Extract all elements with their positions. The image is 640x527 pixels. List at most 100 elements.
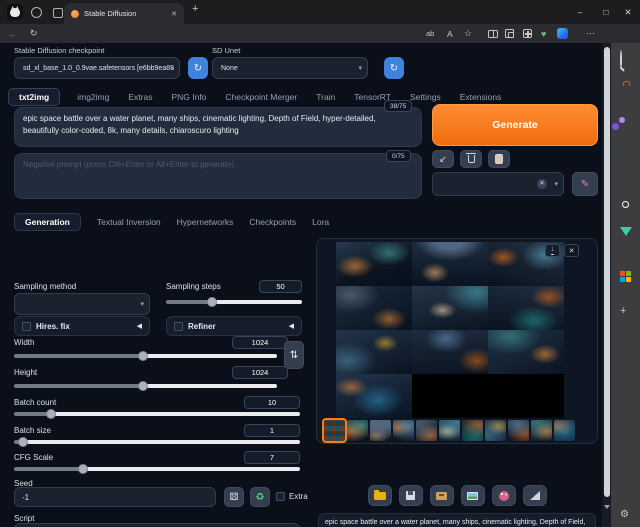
back-icon[interactable]: ← bbox=[8, 27, 17, 40]
generated-image[interactable] bbox=[412, 286, 488, 330]
sidebar-search-icon[interactable] bbox=[620, 51, 622, 69]
send-to-extras-button[interactable] bbox=[523, 485, 547, 506]
reuse-seed-button[interactable]: ♻ bbox=[250, 487, 270, 507]
refresh-unet-button[interactable]: ↻ bbox=[384, 57, 404, 79]
seed-input[interactable] bbox=[14, 487, 216, 507]
extensions-icon[interactable] bbox=[523, 27, 532, 40]
clear-styles-icon[interactable]: ✕ bbox=[537, 179, 547, 189]
generated-image[interactable] bbox=[336, 330, 412, 374]
tab-img2img[interactable]: img2img bbox=[75, 89, 111, 105]
gallery-thumbnail[interactable] bbox=[393, 420, 414, 441]
gallery-thumbnail[interactable] bbox=[531, 420, 552, 441]
tab-textual-inversion[interactable]: Textual Inversion bbox=[97, 217, 161, 227]
batch-size-value[interactable]: 1 bbox=[244, 424, 300, 437]
workspaces-icon[interactable] bbox=[31, 7, 42, 18]
reload-icon[interactable]: ↻ bbox=[30, 27, 38, 40]
sidebar-add-icon[interactable]: + bbox=[620, 305, 626, 317]
sd-unet-dropdown[interactable]: None ▾ bbox=[212, 57, 368, 79]
random-seed-button[interactable]: ⚄ bbox=[224, 487, 244, 507]
send-to-inpaint-button[interactable] bbox=[492, 485, 516, 506]
window-maximize-button[interactable]: □ bbox=[594, 0, 618, 24]
width-value[interactable]: 1024 bbox=[232, 336, 288, 349]
tab-lora[interactable]: Lora bbox=[312, 217, 329, 227]
width-slider[interactable] bbox=[14, 354, 277, 358]
generate-button[interactable]: Generate bbox=[432, 104, 598, 146]
tab-close-icon[interactable]: ✕ bbox=[171, 10, 177, 18]
prompt-input[interactable]: epic space battle over a water planet, m… bbox=[14, 107, 422, 147]
tab-settings[interactable]: Settings bbox=[408, 89, 443, 105]
tab-train[interactable]: Train bbox=[314, 89, 337, 105]
sidebar-microsoft-icon[interactable] bbox=[620, 271, 631, 282]
window-minimize-button[interactable]: – bbox=[568, 0, 592, 24]
swap-dimensions-button[interactable]: ⇅ bbox=[284, 341, 304, 369]
split-screen-icon[interactable] bbox=[488, 27, 498, 40]
refiner-accordion[interactable]: Refiner ◀ bbox=[166, 316, 302, 336]
gallery-thumbnail[interactable] bbox=[508, 420, 529, 441]
checkpoint-dropdown[interactable]: sd_xl_base_1.0_0.9vae.safetensors [e6bb9… bbox=[14, 57, 180, 79]
hires-fix-accordion[interactable]: Hires. fix ◀ bbox=[14, 316, 150, 336]
slider-thumb[interactable] bbox=[138, 351, 148, 361]
collections-icon[interactable] bbox=[505, 27, 514, 40]
favorites-icon[interactable]: ☆ bbox=[464, 27, 472, 40]
browser-essentials-icon[interactable]: ♥ bbox=[541, 27, 546, 40]
gallery-thumbnail[interactable] bbox=[439, 420, 460, 441]
generated-grid-image[interactable] bbox=[336, 242, 564, 418]
generated-image[interactable] bbox=[412, 242, 488, 286]
sidebar-settings-icon[interactable]: ⚙ bbox=[620, 509, 629, 520]
styles-dropdown[interactable]: ✕ ▾ bbox=[432, 172, 564, 196]
gallery-thumbnail[interactable] bbox=[416, 420, 437, 441]
tab-txt2img[interactable]: txt2img bbox=[8, 88, 60, 106]
tab-extensions[interactable]: Extensions bbox=[458, 89, 504, 105]
gallery-thumbnail[interactable] bbox=[347, 420, 368, 441]
save-button[interactable] bbox=[399, 485, 423, 506]
gallery-thumbnail-selected[interactable] bbox=[324, 420, 345, 441]
script-dropdown[interactable]: None ▾ bbox=[14, 523, 300, 527]
sampling-steps-value[interactable]: 50 bbox=[259, 280, 302, 293]
read-aloud-icon[interactable]: A bbox=[447, 27, 453, 40]
slider-thumb[interactable] bbox=[78, 464, 88, 474]
sampling-steps-slider[interactable] bbox=[166, 300, 302, 304]
cfg-scale-slider[interactable] bbox=[14, 467, 300, 471]
scrollbar-down-arrow-icon[interactable] bbox=[604, 505, 610, 509]
hires-fix-checkbox[interactable] bbox=[22, 322, 31, 331]
tab-extras[interactable]: Extras bbox=[126, 89, 154, 105]
read-generation-params-button[interactable]: ↙ bbox=[432, 150, 454, 168]
open-folder-button[interactable] bbox=[368, 485, 392, 506]
tab-generation[interactable]: Generation bbox=[14, 213, 81, 231]
slider-thumb[interactable] bbox=[46, 409, 56, 419]
extra-seed-checkbox[interactable] bbox=[276, 492, 285, 501]
slider-thumb[interactable] bbox=[138, 381, 148, 391]
send-to-img2img-button[interactable] bbox=[461, 485, 485, 506]
save-zip-button[interactable] bbox=[430, 485, 454, 506]
generated-image[interactable] bbox=[488, 286, 564, 330]
batch-size-slider[interactable] bbox=[14, 440, 300, 444]
height-slider[interactable] bbox=[14, 384, 277, 388]
page-scrollbar[interactable] bbox=[602, 43, 611, 527]
batch-count-slider[interactable] bbox=[14, 412, 300, 416]
cfg-scale-value[interactable]: 7 bbox=[244, 451, 300, 464]
refresh-checkpoints-button[interactable]: ↻ bbox=[188, 57, 208, 79]
extra-networks-button[interactable] bbox=[488, 150, 510, 168]
download-image-button[interactable]: ↓ bbox=[545, 244, 560, 257]
gallery-thumbnail[interactable] bbox=[462, 420, 483, 441]
tab-hypernetworks[interactable]: Hypernetworks bbox=[177, 217, 234, 227]
browser-tab[interactable]: Stable Diffusion ✕ bbox=[64, 3, 184, 24]
generated-image[interactable] bbox=[336, 286, 412, 330]
tab-actions-icon[interactable] bbox=[53, 8, 63, 18]
window-close-button[interactable]: ✕ bbox=[616, 0, 640, 24]
gallery-thumbnail[interactable] bbox=[485, 420, 506, 441]
negative-prompt-input[interactable] bbox=[14, 153, 422, 199]
generated-image[interactable] bbox=[336, 242, 412, 286]
refiner-checkbox[interactable] bbox=[174, 322, 183, 331]
batch-count-value[interactable]: 10 bbox=[244, 396, 300, 409]
height-value[interactable]: 1024 bbox=[232, 366, 288, 379]
sampling-method-dropdown[interactable]: ▾ bbox=[14, 293, 150, 315]
slider-thumb[interactable] bbox=[18, 437, 28, 447]
close-gallery-button[interactable]: ✕ bbox=[564, 244, 579, 257]
clear-prompt-button[interactable] bbox=[460, 150, 482, 168]
generated-image[interactable] bbox=[488, 330, 564, 374]
translate-icon[interactable]: ab bbox=[426, 27, 434, 40]
tab-checkpoint-merger[interactable]: Checkpoint Merger bbox=[223, 89, 299, 105]
tab-checkpoints[interactable]: Checkpoints bbox=[249, 217, 296, 227]
gallery-thumbnail[interactable] bbox=[370, 420, 391, 441]
